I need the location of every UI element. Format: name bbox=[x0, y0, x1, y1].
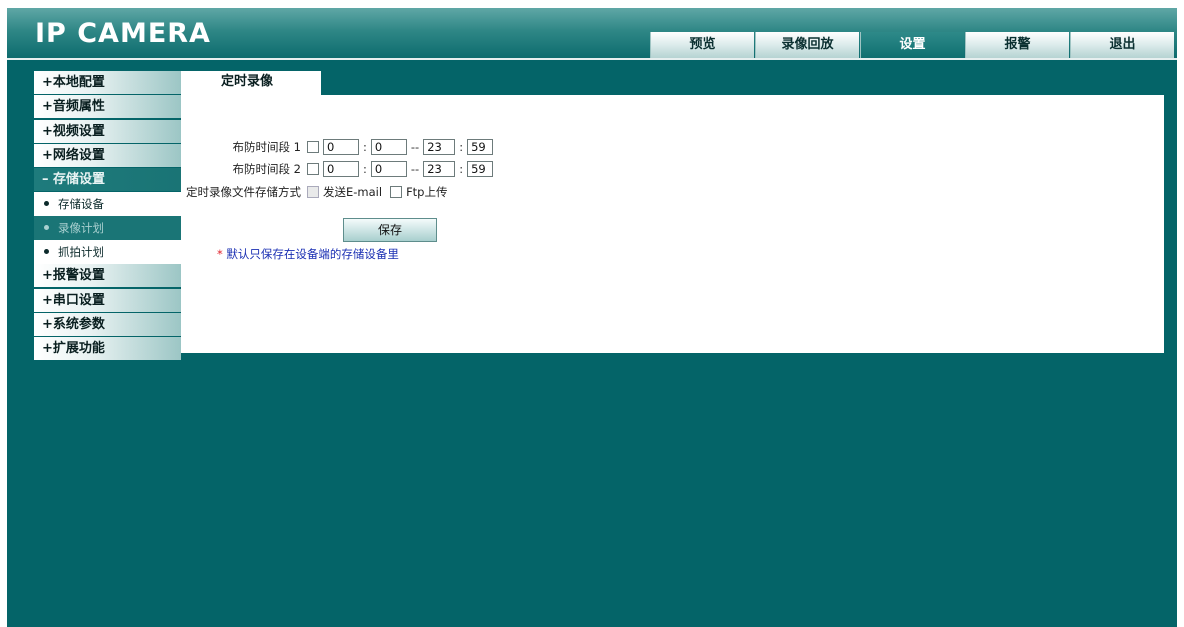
period2-end-hour[interactable]: 23 bbox=[423, 161, 456, 177]
app-frame: IP CAMERA 预览 录像回放 设置 报警 退出 +本地配置 +音频属性 +… bbox=[7, 8, 1177, 627]
period1-checkbox[interactable] bbox=[307, 141, 319, 153]
storage-method-label: 定时录像文件存储方式 bbox=[186, 185, 301, 199]
tab-settings[interactable]: 设置 bbox=[860, 32, 964, 58]
tab-preview[interactable]: 预览 bbox=[650, 32, 754, 58]
range-dash: -- bbox=[410, 140, 420, 154]
period2-label: 布防时间段 2 bbox=[232, 162, 301, 176]
logo-text: IP CAMERA bbox=[35, 18, 211, 49]
period2-start-hour[interactable]: 0 bbox=[323, 161, 359, 177]
sidebar-subitem-label: 录像计划 bbox=[58, 221, 104, 236]
header-bar: IP CAMERA 预览 录像回放 设置 报警 退出 bbox=[7, 8, 1177, 58]
sidebar-subitem-label: 存储设备 bbox=[58, 197, 104, 212]
sidebar-item-local-config[interactable]: +本地配置 bbox=[34, 71, 181, 94]
sidebar-item-extension[interactable]: +扩展功能 bbox=[34, 337, 181, 361]
sidebar-subitem-snapshot-schedule[interactable]: 抓拍计划 bbox=[34, 240, 181, 265]
sidebar-item-audio[interactable]: +音频属性 bbox=[34, 95, 181, 119]
period1-end-hour[interactable]: 23 bbox=[423, 139, 456, 155]
storage-method-row: 定时录像文件存储方式 发送E-mail Ftp上传 bbox=[181, 184, 456, 200]
time-colon: : bbox=[363, 140, 367, 154]
period2-row: 布防时间段 2 0 : 0 -- 23 : 59 bbox=[181, 161, 494, 177]
bullet-icon bbox=[44, 201, 49, 207]
tab-alarm[interactable]: 报警 bbox=[965, 32, 1069, 58]
sidebar-item-alarm[interactable]: +报警设置 bbox=[34, 264, 181, 288]
tab-scheduled-record[interactable]: 定时录像 bbox=[181, 71, 321, 95]
ftp-checkbox[interactable] bbox=[390, 186, 403, 198]
storage-note: * 默认只保存在设备端的存储设备里 bbox=[217, 246, 399, 262]
top-nav: 预览 录像回放 设置 报警 退出 bbox=[650, 32, 1175, 58]
period2-checkbox[interactable] bbox=[307, 163, 319, 175]
period1-end-minute[interactable]: 59 bbox=[467, 139, 494, 155]
sidebar: +本地配置 +音频属性 +视频设置 +网络设置 – 存储设置 存储设备 录像计划… bbox=[34, 71, 181, 362]
email-option-label: 发送E-mail bbox=[323, 185, 383, 199]
main-panel: 布防时间段 1 0 : 0 -- 23 : 59 布防时间段 2 0 : 0 -… bbox=[181, 95, 1164, 353]
sidebar-item-network[interactable]: +网络设置 bbox=[34, 143, 181, 167]
sidebar-subitem-storage-device[interactable]: 存储设备 bbox=[34, 192, 181, 217]
ftp-option-label: Ftp上传 bbox=[406, 185, 448, 199]
save-button[interactable]: 保存 bbox=[343, 218, 437, 242]
period1-row: 布防时间段 1 0 : 0 -- 23 : 59 bbox=[181, 139, 494, 155]
period1-start-minute[interactable]: 0 bbox=[370, 139, 407, 155]
note-text: 默认只保存在设备端的存储设备里 bbox=[222, 247, 399, 261]
range-dash: -- bbox=[410, 162, 420, 176]
period2-start-minute[interactable]: 0 bbox=[370, 161, 407, 177]
period1-label: 布防时间段 1 bbox=[232, 140, 301, 154]
time-colon: : bbox=[459, 162, 464, 176]
email-checkbox[interactable] bbox=[307, 186, 319, 198]
sidebar-item-serial[interactable]: +串口设置 bbox=[34, 288, 181, 312]
tab-playback[interactable]: 录像回放 bbox=[755, 32, 859, 58]
sidebar-item-video[interactable]: +视频设置 bbox=[34, 119, 181, 143]
bullet-icon bbox=[44, 249, 49, 255]
sidebar-item-storage[interactable]: – 存储设置 bbox=[34, 168, 181, 192]
header-divider bbox=[7, 58, 1177, 60]
sidebar-subitem-label: 抓拍计划 bbox=[58, 245, 104, 260]
time-colon: : bbox=[363, 162, 367, 176]
tab-logout[interactable]: 退出 bbox=[1070, 32, 1174, 58]
sidebar-item-system[interactable]: +系统参数 bbox=[34, 313, 181, 337]
bullet-icon bbox=[44, 225, 49, 231]
period2-end-minute[interactable]: 59 bbox=[467, 161, 494, 177]
sidebar-subitem-record-schedule[interactable]: 录像计划 bbox=[34, 216, 181, 241]
time-colon: : bbox=[459, 140, 464, 154]
period1-start-hour[interactable]: 0 bbox=[323, 139, 359, 155]
